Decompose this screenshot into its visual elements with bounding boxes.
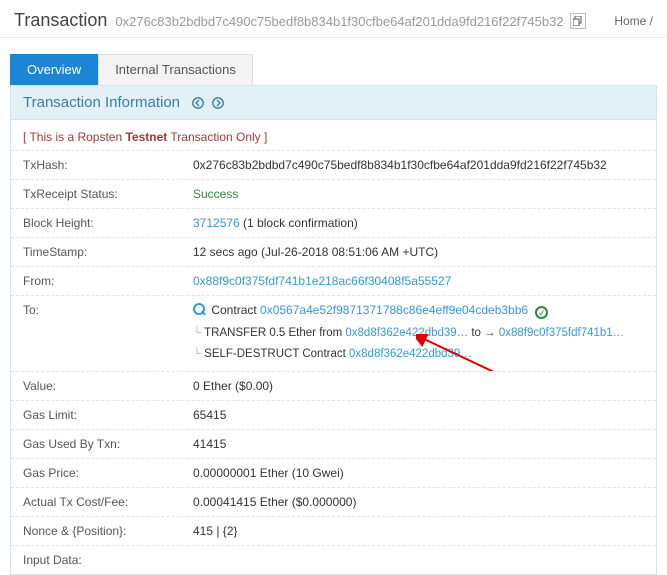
tab-overview[interactable]: Overview — [10, 54, 98, 85]
value-from[interactable]: 0x88f9c0f375fdf741b1e218ac66f30408f5a555… — [193, 274, 644, 288]
breadcrumb[interactable]: Home / — [614, 14, 653, 28]
panel-header: Transaction Information — [11, 86, 656, 120]
value-to: Contract 0x0567a4e52f9871371788c86e4eff9… — [193, 303, 644, 364]
row-gasprice: Gas Price: 0.00000001 Ether (10 Gwei) — [11, 458, 656, 487]
row-to: To: Contract 0x0567a4e52f9871371788c86e4… — [11, 295, 656, 371]
verified-icon: ✓ — [535, 306, 548, 319]
row-value: Value: 0 Ether ($0.00) — [11, 371, 656, 400]
value-value: 0 Ether ($0.00) — [193, 379, 644, 393]
block-link[interactable]: 3712576 — [193, 216, 240, 230]
transfer-to-link[interactable]: 0x88f9c0f375fdf741b1… — [499, 327, 624, 339]
value-gasused: 41415 — [193, 437, 644, 451]
value-cost: 0.00041415 Ether ($0.000000) — [193, 495, 644, 509]
page-title: Transaction — [14, 10, 107, 31]
label-gasused: Gas Used By Txn: — [23, 437, 193, 451]
label-nonce: Nonce & {Position}: — [23, 524, 193, 538]
row-timestamp: TimeStamp: 12 secs ago (Jul-26-2018 08:5… — [11, 237, 656, 266]
row-nonce: Nonce & {Position}: 415 | {2} — [11, 516, 656, 545]
row-status: TxReceipt Status: Success — [11, 179, 656, 208]
value-input — [193, 553, 644, 567]
row-gasused: Gas Used By Txn: 41415 — [11, 429, 656, 458]
row-block: Block Height: 3712576 (1 block confirmat… — [11, 208, 656, 237]
row-from: From: 0x88f9c0f375fdf741b1e218ac66f30408… — [11, 266, 656, 295]
contract-link[interactable]: 0x0567a4e52f9871371788c86e4eff9e04cdeb3b… — [260, 303, 528, 317]
label-from: From: — [23, 274, 193, 288]
magnify-icon[interactable] — [193, 303, 206, 316]
tab-internal-transactions[interactable]: Internal Transactions — [98, 54, 253, 85]
row-cost: Actual Tx Cost/Fee: 0.00041415 Ether ($0… — [11, 487, 656, 516]
internal-transfers: └TRANSFER 0.5 Ether from 0x8d8f362e422db… — [193, 323, 644, 364]
copy-icon[interactable] — [570, 13, 586, 29]
label-gasprice: Gas Price: — [23, 466, 193, 480]
label-block: Block Height: — [23, 216, 193, 230]
page-header: Transaction 0x276c83b2bdbd7c490c75bedf8b… — [0, 0, 667, 38]
label-value: Value: — [23, 379, 193, 393]
prev-tx-icon[interactable] — [190, 95, 206, 111]
value-gaslimit: 65415 — [193, 408, 644, 422]
value-status: Success — [193, 187, 644, 201]
value-txhash: 0x276c83b2bdbd7c490c75bedf8b834b1f30cfbe… — [193, 158, 644, 172]
value-nonce: 415 | {2} — [193, 524, 644, 538]
label-to: To: — [23, 303, 193, 364]
panel-title: Transaction Information — [23, 94, 180, 111]
label-cost: Actual Tx Cost/Fee: — [23, 495, 193, 509]
next-tx-icon[interactable] — [210, 95, 226, 111]
selfdestruct-link[interactable]: 0x8d8f362e422dbd39… — [349, 348, 472, 360]
value-timestamp: 12 secs ago (Jul-26-2018 08:51:06 AM +UT… — [193, 245, 644, 259]
testnet-notice: [ This is a Ropsten Testnet Transaction … — [11, 120, 656, 150]
value-block: 3712576 (1 block confirmation) — [193, 216, 644, 230]
row-input: Input Data: — [11, 545, 656, 574]
label-txhash: TxHash: — [23, 158, 193, 172]
row-gaslimit: Gas Limit: 65415 — [11, 400, 656, 429]
label-gaslimit: Gas Limit: — [23, 408, 193, 422]
value-gasprice: 0.00000001 Ether (10 Gwei) — [193, 466, 644, 480]
transaction-panel: Transaction Information [ This is a Rops… — [10, 85, 657, 575]
transfer-from-link[interactable]: 0x8d8f362e422dbd39… — [345, 327, 468, 339]
header-tx-hash: 0x276c83b2bdbd7c490c75bedf8b834b1f30cfbe… — [115, 14, 563, 29]
label-input: Input Data: — [23, 553, 193, 567]
label-timestamp: TimeStamp: — [23, 245, 193, 259]
label-status: TxReceipt Status: — [23, 187, 193, 201]
tabs: Overview Internal Transactions — [10, 54, 657, 85]
row-txhash: TxHash: 0x276c83b2bdbd7c490c75bedf8b834b… — [11, 150, 656, 179]
